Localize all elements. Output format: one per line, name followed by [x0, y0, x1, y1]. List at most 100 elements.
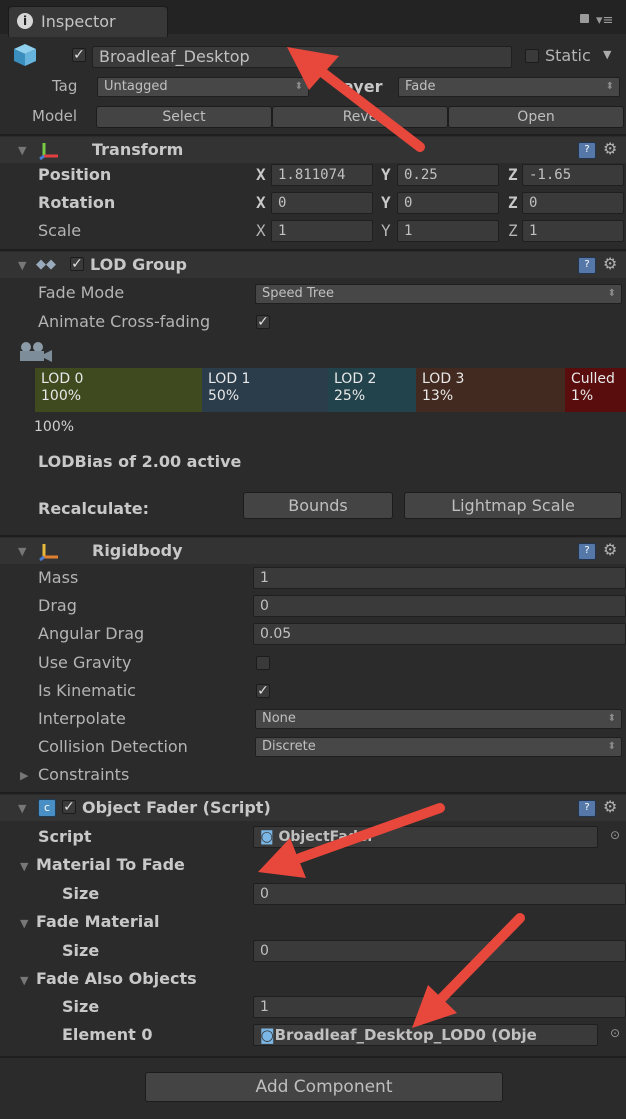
static-dropdown-icon[interactable]: ▼: [603, 48, 611, 61]
interpolate-dropdown[interactable]: None ⬍: [255, 709, 622, 729]
gear-icon[interactable]: ⚙: [603, 254, 617, 273]
help-icon[interactable]: ?: [578, 800, 596, 817]
position-x-field[interactable]: 1.811074: [271, 164, 373, 186]
tag-dropdown[interactable]: Untagged ⬍: [97, 77, 309, 97]
fade-mode-dropdown[interactable]: Speed Tree ⬍: [255, 284, 622, 304]
position-y-field[interactable]: 0.25: [397, 164, 499, 186]
material-to-fade-label[interactable]: Material To Fade: [36, 855, 185, 874]
use-gravity-label: Use Gravity: [38, 653, 132, 672]
inspector-tab-label: Inspector: [41, 12, 116, 31]
lod-segment[interactable]: Culled 1%: [565, 368, 626, 412]
rotation-y-field[interactable]: 0: [397, 192, 499, 214]
lod-segment[interactable]: LOD 2 25%: [328, 368, 416, 412]
mass-field[interactable]: 1: [253, 567, 626, 589]
foldout-icon[interactable]: ▼: [18, 144, 26, 157]
model-revert-button[interactable]: Reve: [272, 106, 448, 128]
rotation-z-field[interactable]: 0: [522, 192, 624, 214]
axis-z-label: Z: [508, 221, 518, 240]
tag-label: Tag: [52, 77, 78, 95]
lod-segment[interactable]: LOD 1 50%: [202, 368, 328, 412]
layer-dropdown[interactable]: Fade ⬍: [398, 77, 620, 97]
fader-enabled-checkbox[interactable]: ✓: [62, 800, 76, 814]
foldout-icon[interactable]: ▼: [18, 259, 26, 272]
foldout-icon[interactable]: ▼: [20, 860, 28, 873]
gear-icon[interactable]: ⚙: [603, 139, 617, 158]
model-open-button[interactable]: Open: [448, 106, 624, 128]
foldout-icon[interactable]: ▼: [20, 974, 28, 987]
element-0-field[interactable]: ◙Broadleaf_Desktop_LOD0 (Obje: [253, 1024, 598, 1046]
rotation-x-field[interactable]: 0: [271, 192, 373, 214]
size-label: Size: [62, 941, 100, 960]
fade-mode-value: Speed Tree: [262, 286, 334, 301]
recalculate-label: Recalculate:: [38, 499, 149, 518]
axis-y-label: Y: [381, 221, 391, 240]
lod-segment[interactable]: LOD 0 100%: [32, 368, 202, 412]
help-icon[interactable]: ?: [578, 543, 596, 560]
lod-bar[interactable]: LOD 0 100% LOD 1 50% LOD 2 25% LOD 3 13% Cul…: [32, 368, 626, 412]
inspector-tab[interactable]: i Inspector: [8, 6, 168, 37]
rigidbody-header[interactable]: ▼ Rigidbody ? ⚙: [0, 538, 626, 564]
position-z-field[interactable]: -1.65: [522, 164, 624, 186]
animate-crossfading-label: Animate Cross-fading: [38, 312, 211, 331]
drag-field[interactable]: 0: [253, 595, 626, 617]
scale-z-field[interactable]: 1: [522, 220, 624, 242]
active-checkbox[interactable]: ✓: [72, 48, 86, 62]
interpolate-label: Interpolate: [38, 709, 126, 728]
script-file-icon: ◙: [260, 829, 279, 845]
angular-drag-field[interactable]: 0.05: [253, 623, 626, 645]
lod-group-header[interactable]: ▼ ◆◆ ✓ LOD Group ? ⚙: [0, 252, 626, 278]
lightmap-scale-button[interactable]: Lightmap Scale: [404, 492, 622, 519]
fade-also-objects-label[interactable]: Fade Also Objects: [36, 969, 197, 988]
bounds-button[interactable]: Bounds: [243, 492, 393, 519]
object-picker-icon[interactable]: ⊙: [610, 828, 620, 842]
script-label: Script: [38, 827, 92, 846]
use-gravity-checkbox[interactable]: [256, 656, 270, 670]
help-icon[interactable]: ?: [578, 142, 596, 159]
rotation-label: Rotation: [38, 193, 116, 212]
scale-x-field[interactable]: 1: [271, 220, 373, 242]
foldout-icon[interactable]: ▼: [18, 802, 26, 815]
mass-label: Mass: [38, 568, 79, 587]
fade-material-label[interactable]: Fade Material: [36, 912, 160, 931]
layer-value: Fade: [405, 79, 436, 94]
object-name-field[interactable]: Broadleaf_Desktop: [92, 46, 512, 68]
foldout-icon[interactable]: ▶: [20, 769, 28, 782]
gear-icon[interactable]: ⚙: [603, 540, 617, 559]
object-picker-icon[interactable]: ⊙: [610, 1026, 620, 1040]
script-value: ObjectFader: [278, 829, 375, 845]
foldout-icon[interactable]: ▼: [18, 545, 26, 558]
collision-detection-dropdown[interactable]: Discrete ⬍: [255, 737, 622, 757]
lod-enabled-checkbox[interactable]: ✓: [70, 257, 84, 271]
chevron-down-icon: ⬍: [607, 741, 616, 752]
material-to-fade-size-field[interactable]: 0: [253, 883, 626, 905]
lod-segment-name: Culled: [571, 371, 615, 387]
help-icon[interactable]: ?: [578, 257, 596, 274]
lod-group-icon: ◆◆: [36, 257, 56, 272]
menu-icon[interactable]: ▾≡: [596, 13, 613, 28]
script-icon: c: [38, 799, 56, 817]
is-kinematic-checkbox[interactable]: ✓: [256, 684, 270, 698]
lod-segment-name: LOD 2: [334, 371, 377, 387]
fade-material-size-field[interactable]: 0: [253, 940, 626, 962]
scale-y-field[interactable]: 1: [397, 220, 499, 242]
object-fader-header[interactable]: ▼ c ✓ Object Fader (Script) ? ⚙: [0, 795, 626, 821]
static-checkbox[interactable]: [525, 49, 539, 63]
constraints-label[interactable]: Constraints: [38, 765, 129, 784]
fade-also-size-field[interactable]: 1: [253, 996, 626, 1018]
foldout-icon[interactable]: ▼: [20, 917, 28, 930]
camera-icon[interactable]: [16, 340, 56, 364]
lod-segment[interactable]: LOD 3 13%: [416, 368, 565, 412]
fade-mode-label: Fade Mode: [38, 283, 125, 302]
script-field[interactable]: ◙ ObjectFader: [253, 826, 598, 848]
lod-segment-pct: 1%: [571, 388, 594, 404]
add-component-button[interactable]: Add Component: [145, 1072, 503, 1102]
model-select-button[interactable]: Select: [96, 106, 272, 128]
axis-z-label: Z: [508, 193, 518, 212]
is-kinematic-label: Is Kinematic: [38, 681, 136, 700]
divider: [0, 134, 626, 136]
lock-icon[interactable]: [580, 14, 589, 23]
transform-header[interactable]: ▼ Transform ? ⚙: [0, 137, 626, 163]
animate-crossfading-checkbox[interactable]: ✓: [256, 315, 270, 329]
divider: [0, 535, 626, 537]
gear-icon[interactable]: ⚙: [603, 797, 617, 816]
